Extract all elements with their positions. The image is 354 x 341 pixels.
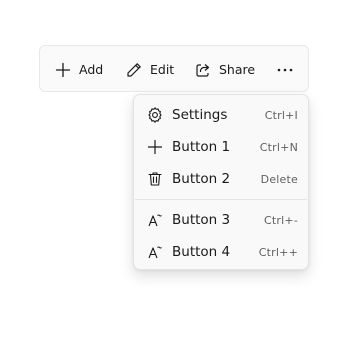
edit-button[interactable]: Edit [125, 46, 174, 93]
menu-item-shortcut: Ctrl++ [258, 245, 298, 259]
share-button[interactable]: Share [194, 46, 255, 93]
menu-item-button-1[interactable]: Button 1 Ctrl+N [138, 132, 304, 162]
menu-item-label: Button 2 [172, 171, 231, 187]
font-decrease-icon [146, 211, 164, 229]
gear-icon [146, 106, 164, 124]
context-menu: Settings Ctrl+I Button 1 Ctrl+N Button 2… [133, 94, 309, 270]
menu-item-button-2[interactable]: Button 2 Delete [138, 164, 304, 194]
pencil-icon [125, 61, 143, 79]
edit-label: Edit [150, 62, 175, 77]
plus-icon [146, 138, 164, 156]
menu-item-label: Button 3 [172, 212, 231, 228]
menu-item-shortcut: Ctrl+N [259, 140, 298, 154]
menu-item-shortcut: Ctrl+- [264, 213, 298, 227]
menu-item-label: Settings [172, 107, 228, 123]
add-button[interactable]: Add [54, 46, 103, 93]
menu-item-shortcut: Ctrl+I [264, 108, 298, 122]
menu-item-shortcut: Delete [260, 172, 298, 186]
more-options-button[interactable] [275, 46, 295, 93]
menu-item-button-4[interactable]: Button 4 Ctrl++ [138, 237, 304, 267]
font-increase-icon [146, 243, 164, 261]
share-label: Share [219, 62, 256, 77]
menu-separator [135, 199, 307, 200]
menu-item-settings[interactable]: Settings Ctrl+I [138, 100, 304, 130]
menu-item-label: Button 1 [172, 139, 231, 155]
menu-item-button-3[interactable]: Button 3 Ctrl+- [138, 205, 304, 235]
plus-icon [54, 61, 72, 79]
trash-icon [146, 170, 164, 188]
add-label: Add [79, 62, 104, 77]
menu-item-label: Button 4 [172, 244, 231, 260]
more-horizontal-icon [276, 61, 294, 79]
share-icon [194, 61, 212, 79]
command-bar: Add Edit Share [39, 45, 309, 92]
